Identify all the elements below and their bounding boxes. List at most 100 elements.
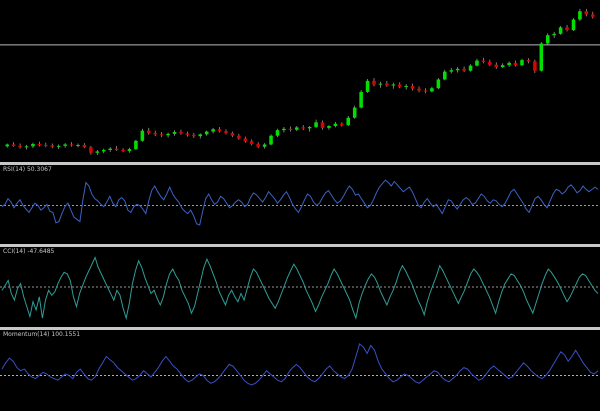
candle (256, 142, 260, 149)
price-candles[interactable] (0, 0, 600, 162)
candle (410, 83, 415, 91)
candle (385, 80, 389, 87)
candle (185, 131, 190, 137)
candle (243, 136, 248, 143)
candle (333, 121, 338, 128)
candle (166, 132, 170, 138)
candle (282, 126, 286, 133)
candle (481, 57, 486, 64)
candle (24, 144, 29, 150)
momentum-pane[interactable]: Momentum(14) 100.1551 (0, 330, 600, 411)
candle (578, 8, 582, 21)
candle (82, 143, 87, 149)
candle (507, 61, 511, 68)
cci-label: CCI(14) -47.6485 (3, 248, 55, 255)
momentum-label: Momentum(14) 100.1551 (3, 331, 81, 338)
candle (565, 25, 569, 32)
candle (134, 139, 138, 151)
candle (372, 78, 376, 87)
candle (31, 142, 35, 149)
candle (513, 60, 518, 67)
candle (455, 67, 460, 73)
candle (571, 18, 576, 32)
candle (76, 143, 80, 148)
candle (50, 143, 55, 149)
candle (211, 127, 215, 134)
momentum-plot (0, 343, 600, 386)
candle (89, 145, 93, 155)
candle (346, 115, 351, 127)
candle (172, 130, 177, 136)
candle (179, 129, 183, 135)
candle (494, 62, 499, 69)
trading-chart[interactable]: RSI(14) 50.3067 CCI(14) -47.6485 Momentu… (0, 0, 600, 411)
candle (44, 142, 48, 148)
candle (288, 126, 293, 132)
rsi-label: RSI(14) 50.3067 (3, 166, 52, 173)
candle (63, 143, 67, 148)
price-pane[interactable] (0, 0, 600, 162)
candle (217, 126, 222, 133)
candle (159, 132, 164, 138)
candle (301, 125, 305, 131)
candle (327, 125, 331, 130)
candle (468, 64, 473, 72)
rsi-line (1, 179, 599, 226)
candle (314, 119, 318, 128)
candle (56, 144, 61, 150)
candle (430, 86, 434, 93)
candle (488, 59, 492, 67)
candle (249, 139, 254, 146)
candle (558, 25, 563, 35)
candle (5, 143, 9, 148)
candle (591, 11, 595, 19)
candle (307, 126, 312, 132)
candle (127, 147, 132, 153)
rsi-plot (0, 179, 600, 226)
candle (147, 127, 151, 135)
candle (391, 82, 396, 89)
candle (443, 69, 447, 81)
candle (397, 82, 402, 89)
candle (404, 84, 408, 90)
candle (340, 122, 344, 127)
candle (526, 58, 531, 64)
candle (69, 142, 74, 147)
candle (37, 141, 42, 147)
cci-plot (0, 256, 600, 321)
candle (140, 128, 145, 142)
candle (462, 66, 466, 73)
candle (224, 129, 228, 135)
candle (365, 79, 370, 93)
candle (204, 130, 209, 136)
candle (539, 42, 544, 72)
candle (95, 150, 100, 156)
candle (449, 67, 453, 74)
candle (423, 88, 428, 94)
candle (359, 90, 363, 109)
candle (520, 58, 524, 67)
candle (108, 147, 112, 152)
candle (352, 105, 357, 119)
candle (545, 33, 550, 45)
candle (475, 58, 479, 67)
candle (237, 133, 241, 140)
candle (262, 143, 267, 149)
candle (192, 132, 196, 139)
candle (101, 148, 106, 154)
cci-pane[interactable]: CCI(14) -47.6485 (0, 247, 600, 327)
momentum-line (1, 343, 599, 386)
candle (500, 63, 505, 68)
candle (114, 145, 119, 151)
candle (584, 8, 589, 17)
candle (552, 31, 556, 38)
candle (378, 81, 383, 88)
candle (417, 86, 421, 93)
candle (275, 128, 280, 138)
candle (295, 126, 299, 132)
candle (230, 131, 235, 138)
candle (11, 142, 16, 147)
rsi-pane[interactable]: RSI(14) 50.3067 (0, 165, 600, 244)
candle (320, 120, 325, 130)
cci-line (1, 256, 599, 321)
